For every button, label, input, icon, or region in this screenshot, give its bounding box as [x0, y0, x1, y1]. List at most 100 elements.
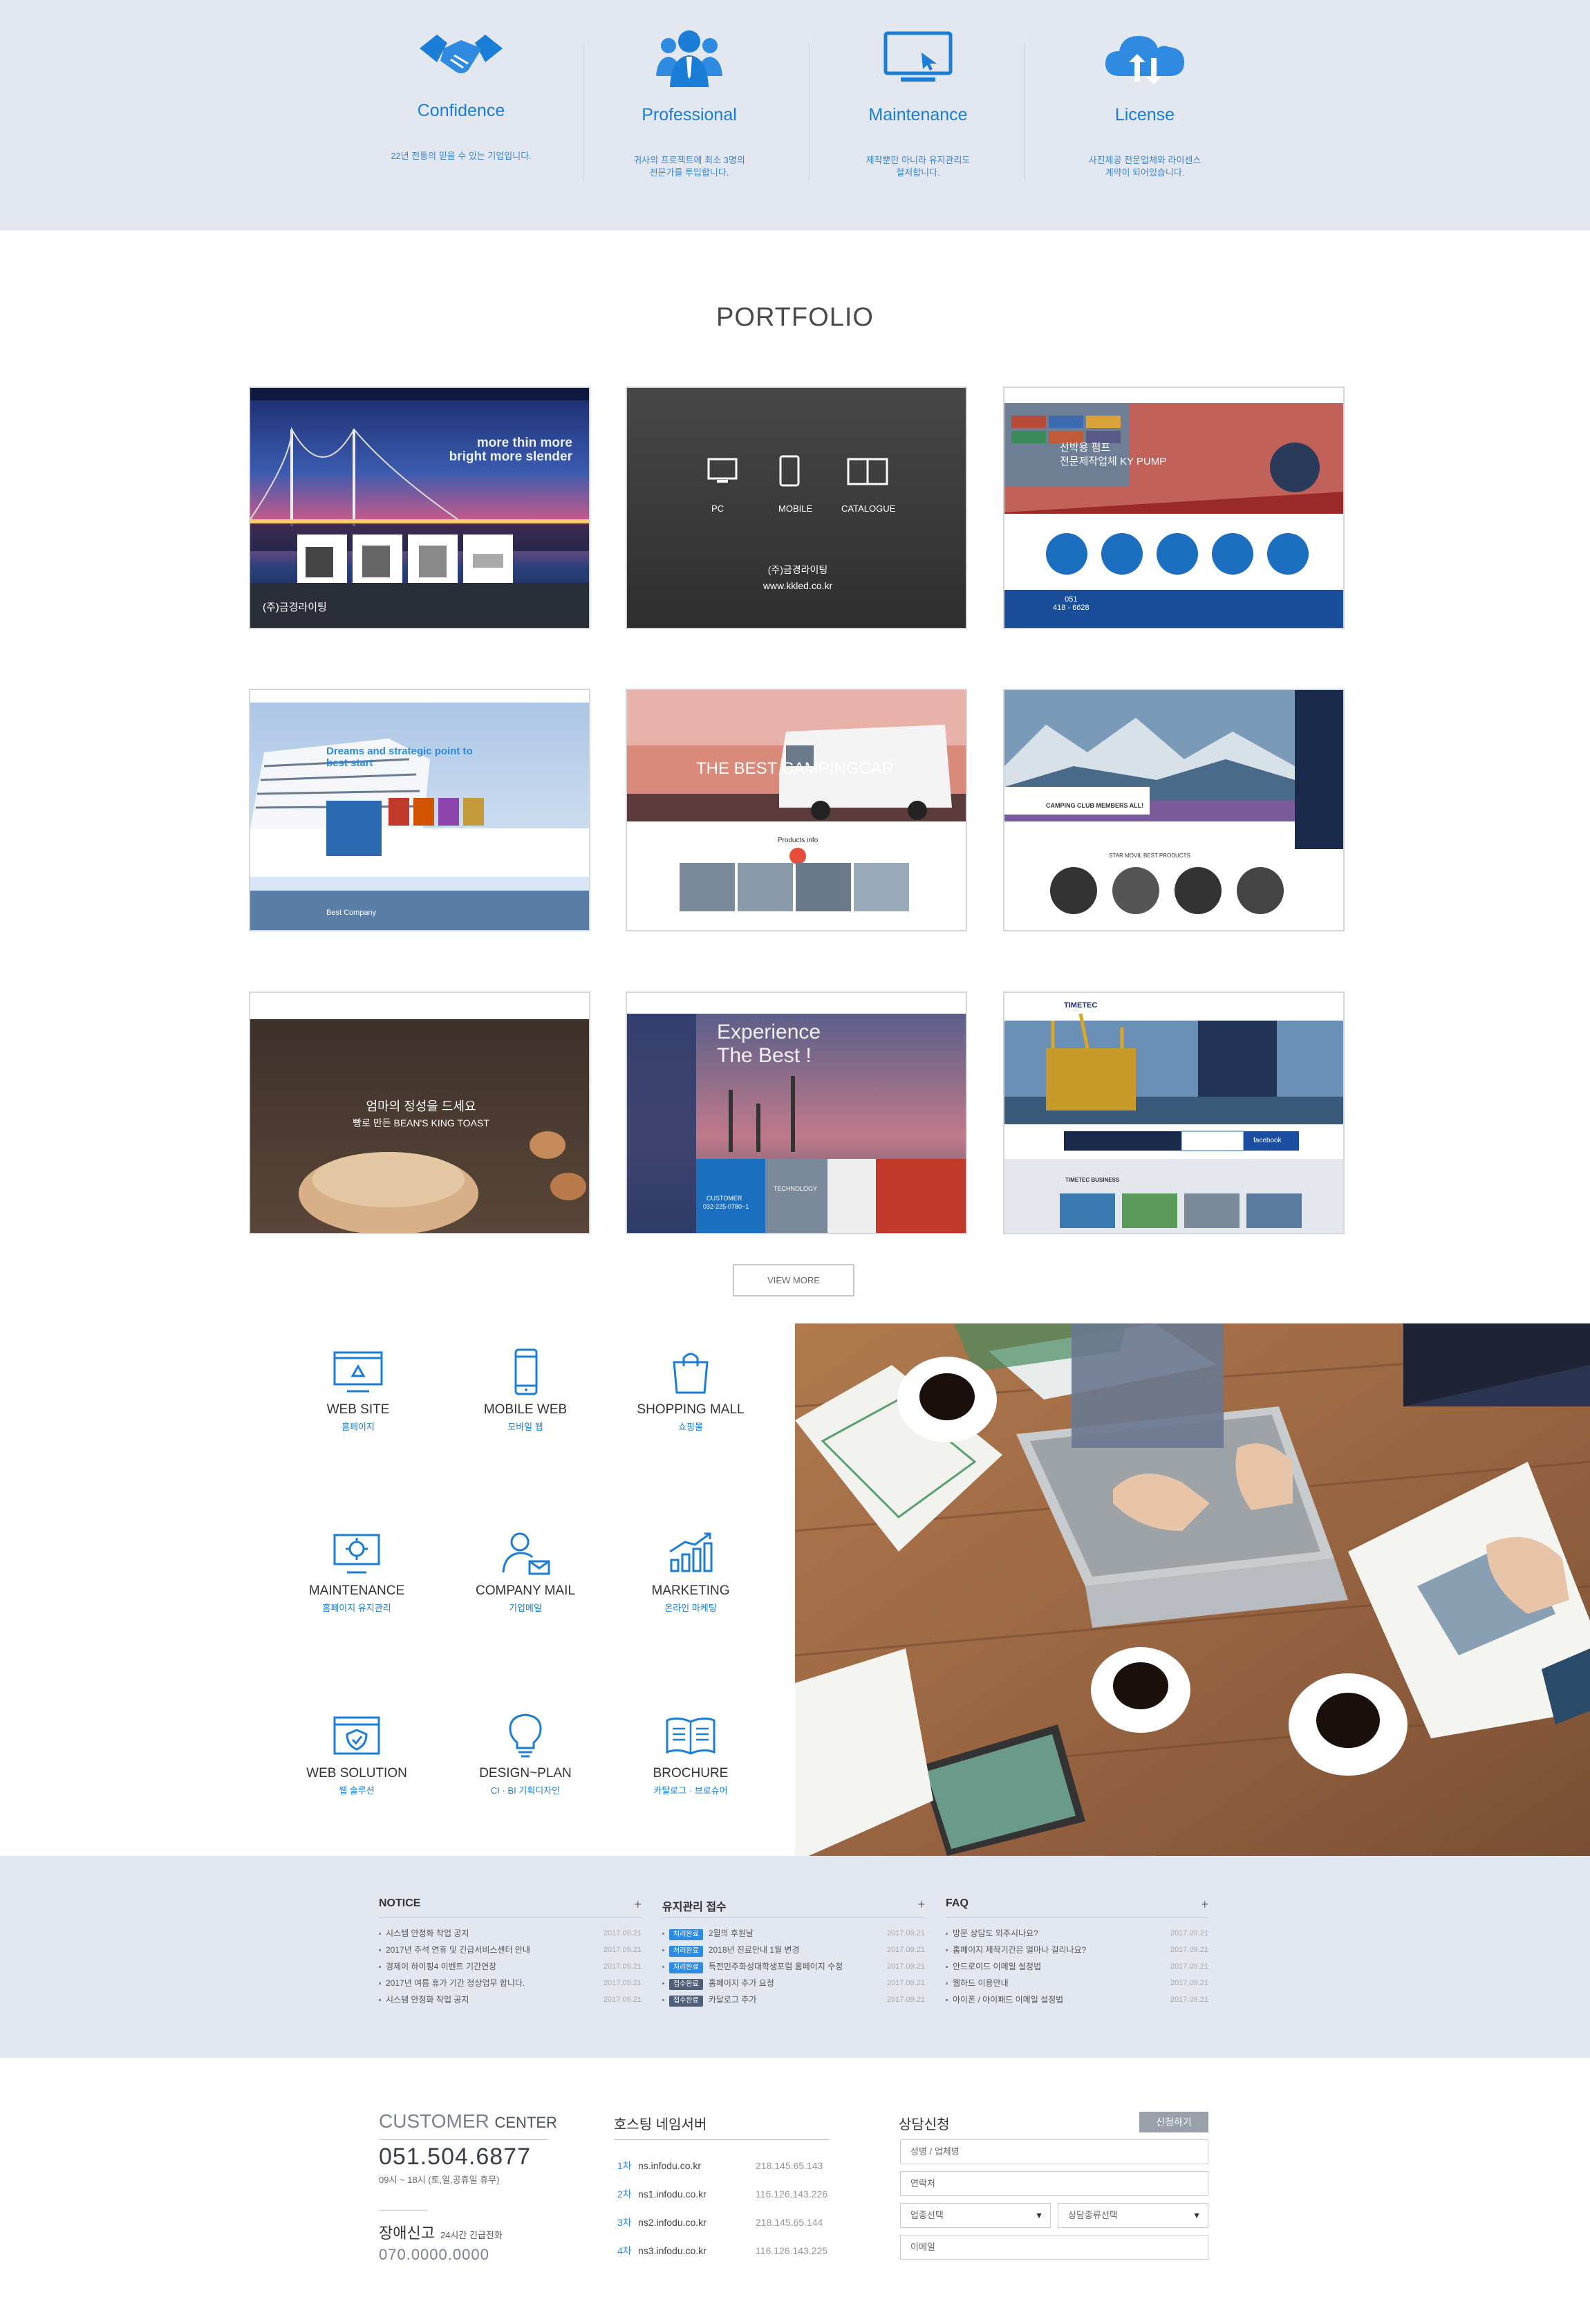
thumb-headline: 선박용 펌프 [1060, 442, 1111, 454]
portfolio-thumb-7[interactable]: 엄마의 정성을 드세요 빵로 만든 BEAN'S KING TOAST [249, 992, 590, 1234]
service-title: SHOPPING MALL [637, 1402, 745, 1417]
list-item[interactable]: 홈페이지 제작기간은 얼마나 걸리나요? 2017.09.21 [946, 1942, 1208, 1958]
phone-field[interactable]: 연락처 [900, 2171, 1208, 2196]
service-web-solution[interactable]: WEB SOLUTION 웹 솔루션 [274, 1712, 440, 1796]
list-item[interactable]: 시스템 안정화 작업 공지 2017.09.21 [379, 1991, 642, 2008]
portfolio-thumb-6[interactable]: CAMPING CLUB MEMBERS ALL! STAR MOVIL BES… [1003, 689, 1345, 931]
list-item[interactable]: 경제이 하이핑4 이벤트 기간연장 2017.09.21 [379, 1958, 642, 1975]
board-list: 방문 상담도 외주시나요? 2017.09.21 홈페이지 제작기간은 얼마나 걸… [946, 1925, 1208, 2008]
list-item[interactable]: 처리완료 2월의 후원날 2017.09.21 [662, 1925, 925, 1942]
portfolio-thumb-1[interactable]: more thin more bright more slender (주)금경… [249, 387, 590, 629]
list-item[interactable]: 방문 상담도 외주시나요? 2017.09.21 [946, 1925, 1208, 1942]
device-icons [707, 455, 888, 487]
thumb-url[interactable]: www.kkled.co.kr [627, 580, 966, 591]
service-mobile-web[interactable]: MOBILE WEB 모바일 웹 [442, 1348, 608, 1433]
btn-mobile[interactable]: MOBILE [778, 503, 812, 514]
service-marketing[interactable]: MARKETING 온라인 마케팅 [608, 1530, 774, 1614]
feature-maintenance: Maintenance 제작뿐만 아니라 유지관리도 철저합니다. [804, 28, 1032, 179]
list-item[interactable]: 2017년 추석 연휴 및 긴급서비스센터 안내 2017.09.21 [379, 1942, 642, 1958]
feature-title: Maintenance [868, 105, 968, 124]
feature-confidence: Confidence 22년 전통의 믿을 수 있는 기업입니다. [347, 28, 575, 162]
team-icon [656, 30, 722, 87]
status-badge: 접수완료 [669, 1979, 703, 1990]
list-item[interactable]: 안드로이드 이메일 설정법 2017.09.21 [946, 1958, 1208, 1975]
email-field[interactable]: 이메일 [900, 2235, 1208, 2260]
service-sub: 기업메일 [509, 1603, 542, 1613]
board-header: NOTICE + [379, 1897, 642, 1918]
feature-title: Professional [642, 105, 737, 124]
list-item[interactable]: 2017년 여름 휴가 기간 정상업무 합니다. 2017.09.21 [379, 1975, 642, 1991]
list-item[interactable]: 접수완료 홈페이지 추가 요청 2017.09.21 [662, 1975, 925, 1991]
feature-title: Confidence [417, 101, 505, 120]
view-more-button[interactable]: VIEW MORE [733, 1264, 854, 1296]
camping-car-illustration [627, 690, 966, 911]
lightbulb-icon [509, 1713, 542, 1758]
portfolio-thumb-9[interactable]: TIMETEC TIMETEC BUSINESS facebook [1003, 992, 1345, 1234]
ship-illustration [1004, 388, 1343, 628]
customer-hours: 09시 ~ 18시 (토,일,공휴일 휴무) [379, 2175, 500, 2185]
web-solution-icon [333, 1716, 380, 1755]
website-icon [333, 1351, 383, 1393]
thumb-headline-2: 전문제작업체 KY PUMP [1060, 456, 1167, 467]
service-shopping-mall[interactable]: SHOPPING MALL 쇼핑몰 [608, 1348, 774, 1433]
service-brochure[interactable]: BROCHURE 카탈로그 · 브로슈어 [608, 1712, 774, 1796]
service-web-site[interactable]: WEB SITE 홈페이지 [275, 1348, 441, 1433]
caret-down-icon: ▼ [1192, 2211, 1201, 2220]
thumb-headline: Experience The Best ! [717, 1021, 821, 1067]
status-badge: 처리완료 [669, 1946, 703, 1957]
feature-desc: 사진제공 전문업체와 라이센스 계약이 되어있습니다. [1088, 155, 1201, 178]
faq-board: FAQ + 방문 상담도 외주시나요? 2017.09.21 홈페이지 제작기간은 … [946, 1897, 1208, 2008]
list-item[interactable]: 웹하드 이용안내 2017.09.21 [946, 1975, 1208, 1991]
btn-pc[interactable]: PC [711, 503, 724, 514]
board-list: 처리완료 2월의 후원날 2017.09.21 처리완료 2018년 진료안내 1월 … [662, 1925, 925, 2008]
thumb-sub: CUSTOMER [707, 1195, 742, 1202]
chart-icon [669, 1532, 713, 1572]
thumb-headline: Dreams and strategic point to best start [326, 745, 473, 769]
board-title: 유지관리 접수 [662, 1902, 727, 1913]
status-badge: 처리완료 [669, 1929, 703, 1940]
industry-select[interactable]: 업종선택 ▼ [900, 2203, 1051, 2228]
nameserver-row: 2차 ns1.infodu.co.kr 116.126.143.226 [617, 2188, 828, 2200]
service-title: COMPANY MAIL [476, 1583, 575, 1598]
service-sub: 온라인 마케팅 [664, 1603, 717, 1613]
portfolio-thumb-2[interactable]: PC MOBILE CATALOGUE (주)금경라이팅 www.kkled.c… [626, 387, 967, 629]
list-item[interactable]: 시스템 안정화 작업 공지 2017.09.21 [379, 1925, 642, 1942]
caret-down-icon: ▼ [1035, 2211, 1043, 2220]
more-plus-icon[interactable]: + [917, 1897, 925, 1912]
boards-band: NOTICE + 시스템 안정화 작업 공지 2017.09.21 2017년 추석… [0, 1856, 1590, 2058]
name-field[interactable]: 성명 / 업체명 [900, 2139, 1208, 2164]
list-item[interactable]: 처리완료 2018년 진료안내 1월 변경 2017.09.21 [662, 1942, 925, 1958]
service-title: MOBILE WEB [483, 1402, 568, 1417]
consult-type-select[interactable]: 상담종류선택 ▼ [1058, 2203, 1208, 2228]
list-item[interactable]: 처리완료 특전민주화성대학생포럼 홈페이지 수정 2017.09.21 [662, 1958, 925, 1975]
service-title: WEB SITE [326, 1402, 390, 1417]
thumb-brand: TIMETEC [1064, 1001, 1098, 1010]
more-plus-icon[interactable]: + [634, 1897, 642, 1912]
portfolio-thumb-3[interactable]: 선박용 펌프 전문제작업체 KY PUMP 051 418 - 6628 [1003, 387, 1345, 629]
list-item[interactable]: 접수완료 카달로그 추가 2017.09.21 [662, 1991, 925, 2008]
thumb-sub: Best Company [326, 909, 377, 917]
more-plus-icon[interactable]: + [1201, 1897, 1208, 1912]
service-company-mail[interactable]: COMPANY MAIL 기업메일 [442, 1530, 608, 1614]
thumb-sub: CAMPING CLUB MEMBERS ALL! [1046, 802, 1144, 809]
status-badge: 처리완료 [669, 1962, 703, 1973]
thumb-fb[interactable]: facebook [1253, 1137, 1282, 1144]
portfolio-thumb-8[interactable]: Experience The Best ! CUSTOMER 032-225-0… [626, 992, 967, 1234]
portfolio-thumb-4[interactable]: Dreams and strategic point to best start… [249, 689, 590, 931]
board-title: FAQ [946, 1897, 969, 1909]
service-sub: 카탈로그 · 브로슈어 [653, 1785, 728, 1796]
handshake-icon [420, 35, 503, 73]
cruise-ship-illustration [250, 690, 589, 930]
service-design-plan[interactable]: DESIGN~PLAN CI · BI 기획디자인 [442, 1712, 608, 1796]
mountain-lake-illustration [1004, 690, 1343, 930]
service-title: MAINTENANCE [308, 1583, 405, 1598]
service-sub: 쇼핑몰 [678, 1422, 703, 1432]
service-sub: 모바일 웹 [507, 1422, 543, 1432]
portfolio-thumb-5[interactable]: THE BEST CAMPINGCAR Products info [626, 689, 967, 931]
list-item[interactable]: 아이폰 / 아이패드 이메일 설정법 2017.09.21 [946, 1991, 1208, 2008]
btn-catalogue[interactable]: CATALOGUE [841, 503, 895, 514]
board-list: 시스템 안정화 작업 공지 2017.09.21 2017년 추석 연휴 및 긴급… [379, 1925, 642, 2008]
consult-submit-button[interactable]: 신청하기 [1139, 2112, 1208, 2132]
feature-desc: 22년 전통의 믿을 수 있는 기업입니다. [391, 151, 532, 161]
service-maintenance[interactable]: MAINTENANCE 홈페이지 유지관리 [274, 1530, 440, 1614]
